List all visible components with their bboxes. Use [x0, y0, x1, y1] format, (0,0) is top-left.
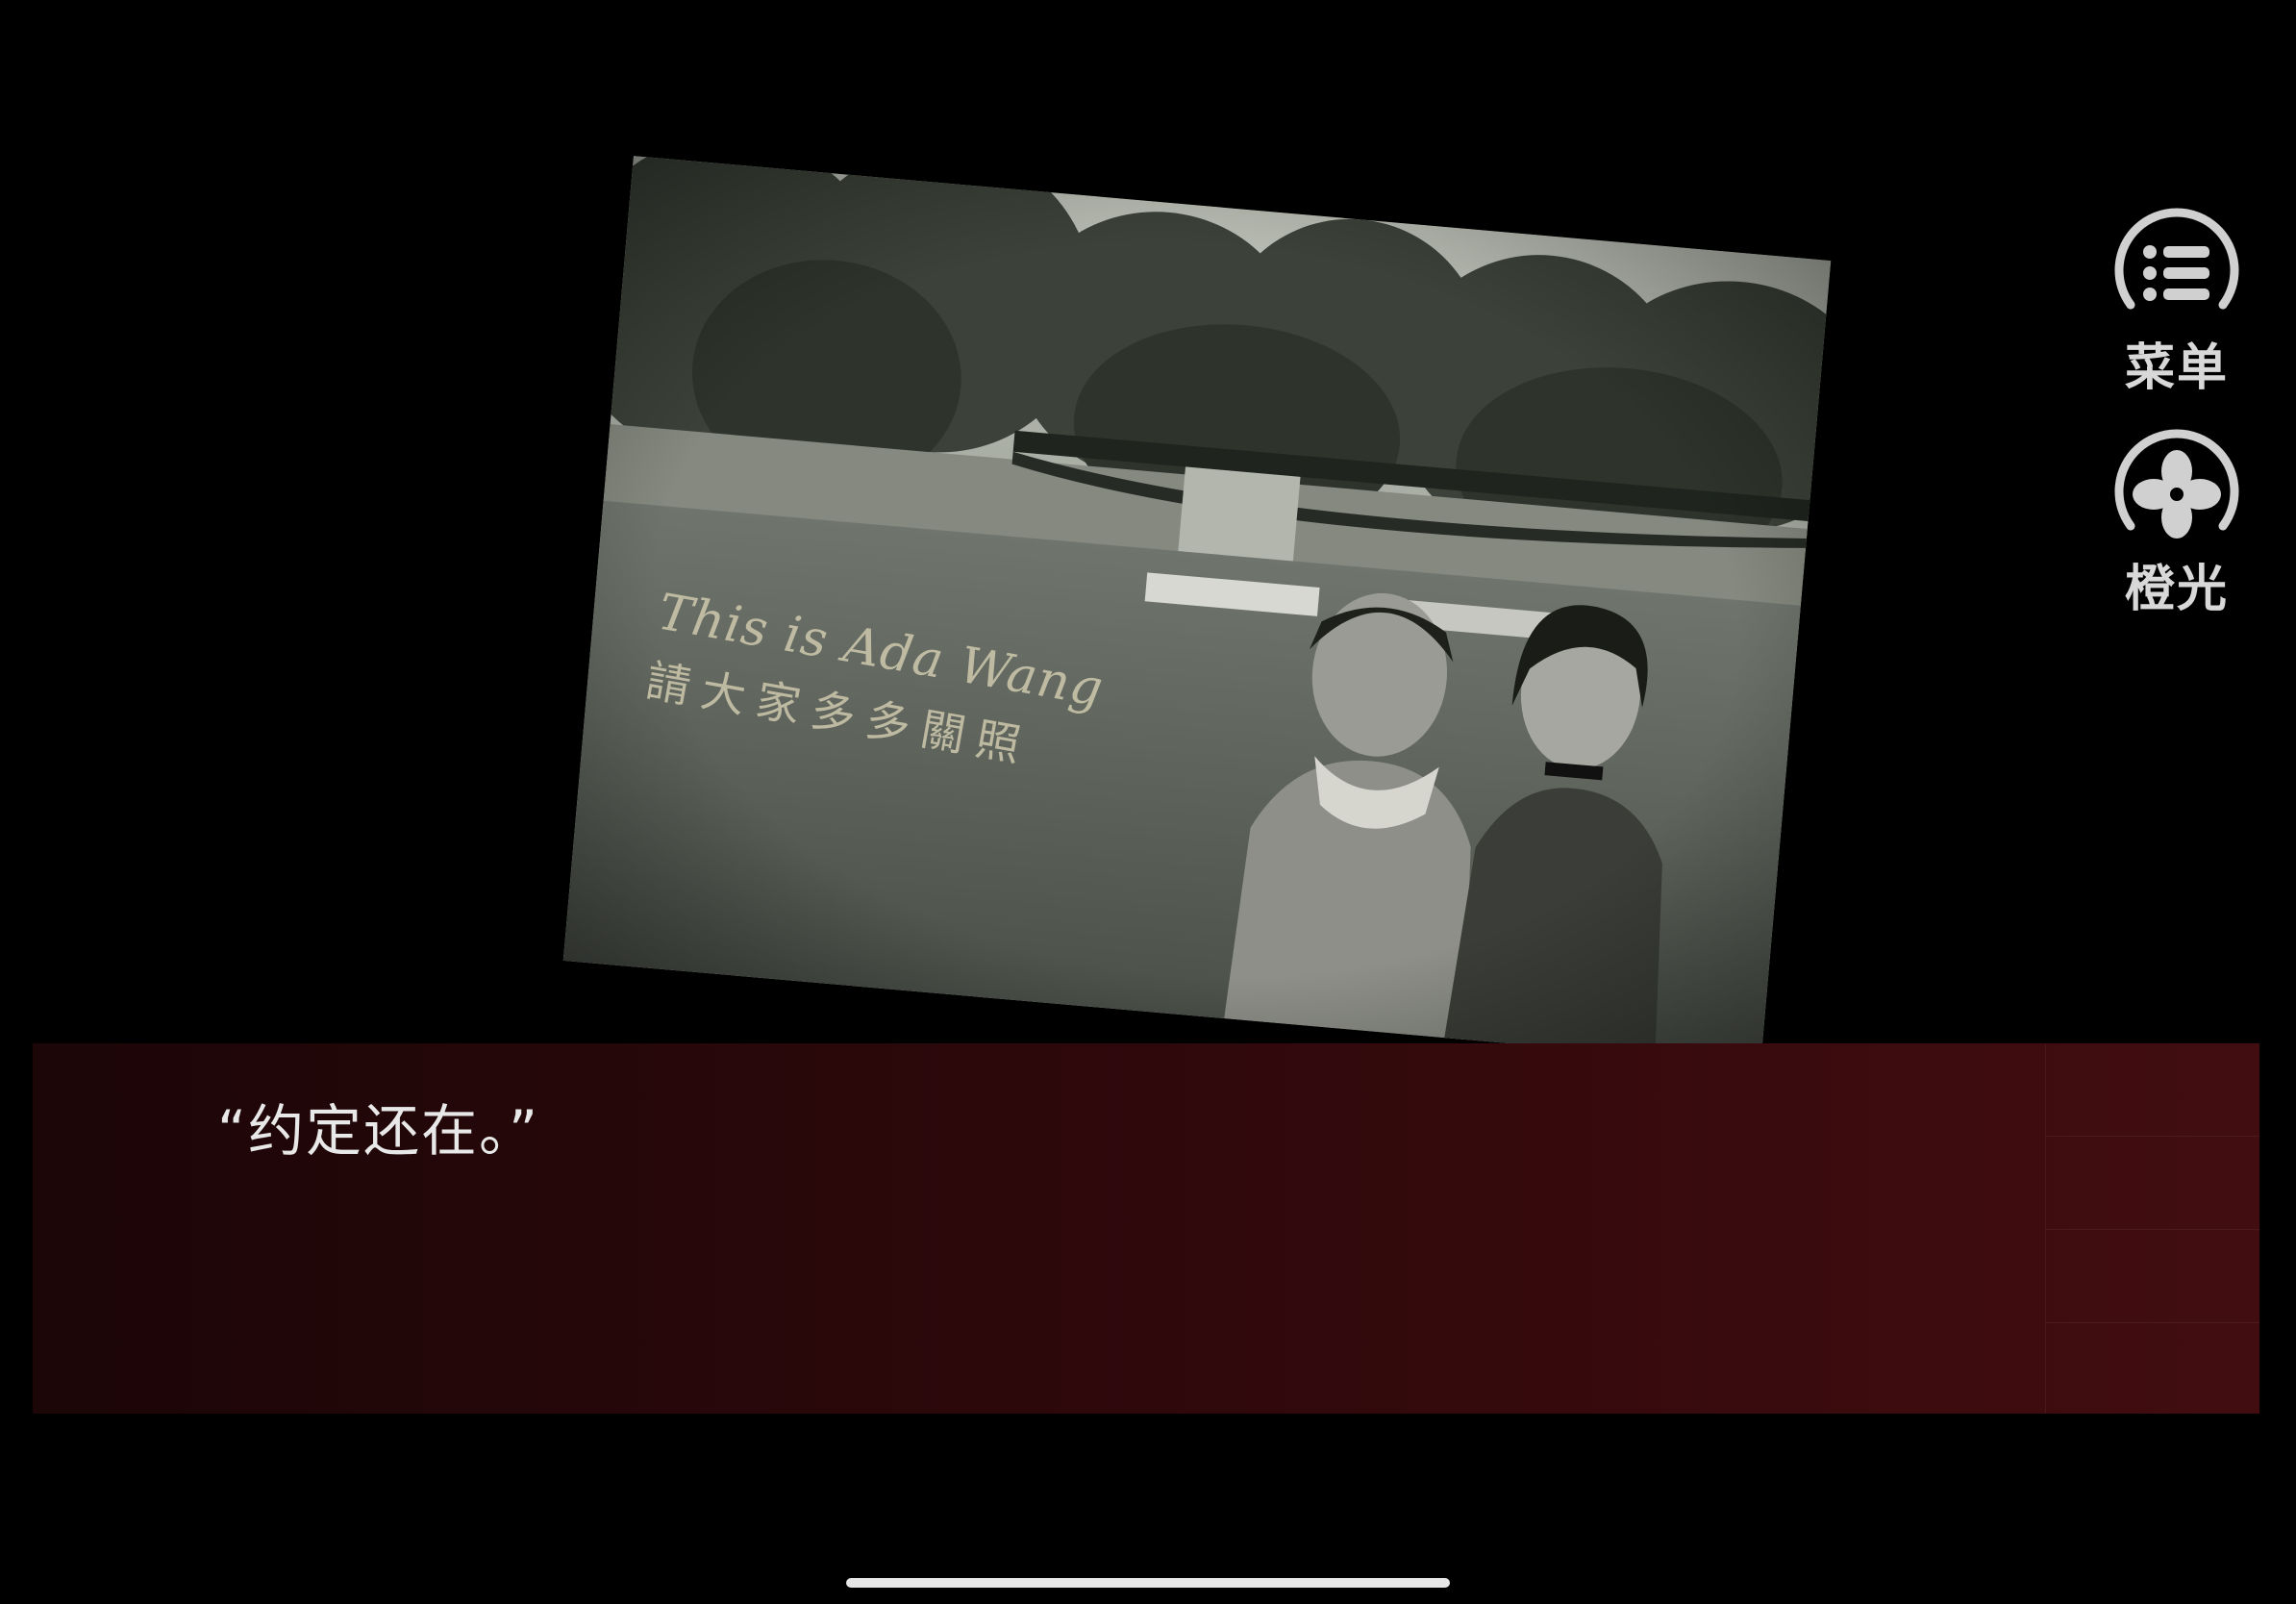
orange-light-button[interactable]: 橙光	[2100, 425, 2254, 618]
dialogue-box[interactable]: “约定还在。”	[33, 1043, 2259, 1414]
menu-button[interactable]: 菜单	[2100, 204, 2254, 397]
game-screen[interactable]: This is Ada Wang 請大家多多關照 菜单 橙光 “约定还在。”	[0, 0, 2296, 1604]
photo-card: This is Ada Wang 請大家多多關照	[562, 156, 1832, 1065]
clover-icon	[2109, 425, 2244, 560]
dialogue-text: “约定还在。”	[217, 1098, 540, 1164]
list-icon	[2109, 204, 2244, 338]
dialogue-side-panel	[2045, 1043, 2259, 1414]
home-indicator[interactable]	[846, 1578, 1450, 1588]
